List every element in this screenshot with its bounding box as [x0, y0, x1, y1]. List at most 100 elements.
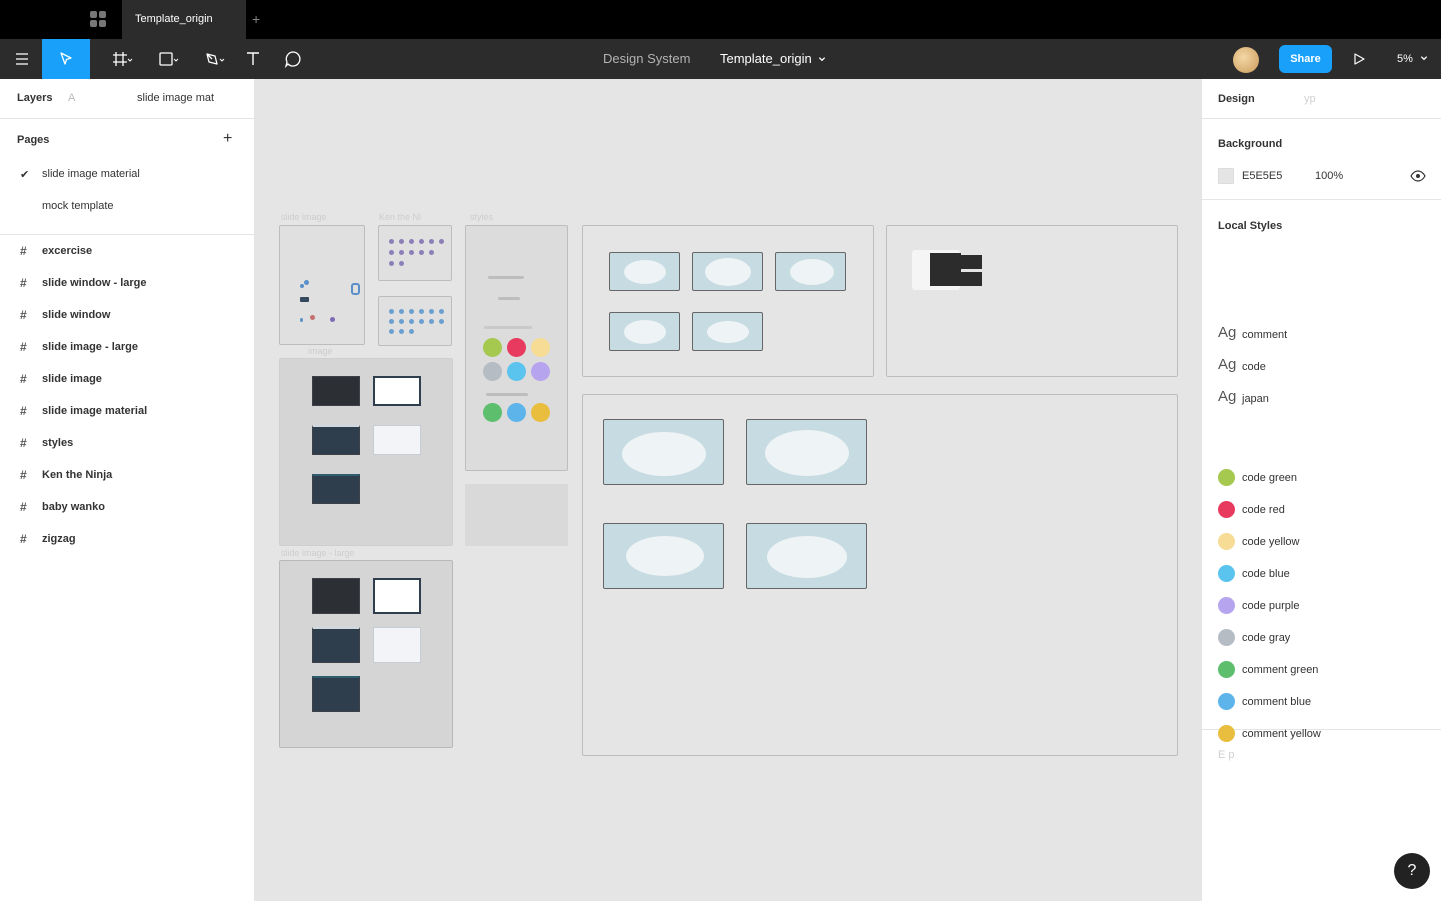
checkmark-icon: ✔ [20, 169, 30, 181]
layer-label: styles [42, 437, 74, 449]
user-avatar[interactable] [1233, 47, 1259, 73]
layer-item[interactable]: # slide window [0, 300, 254, 332]
layer-item[interactable]: # slide window - large [0, 268, 254, 300]
frame-ken-the-ninja[interactable] [378, 225, 452, 281]
file-tab-title: Template_origin [135, 13, 213, 25]
frame-slide-window-large[interactable] [582, 394, 1178, 756]
tab-layers[interactable]: Layers [17, 92, 52, 104]
project-name-link[interactable]: Design System [603, 39, 690, 79]
title-bar: Template_origin + [0, 0, 1441, 39]
frame-icon: # [20, 500, 27, 514]
frame-icon: # [20, 468, 27, 482]
layer-item[interactable]: # slide image material [0, 396, 254, 428]
move-icon [60, 52, 72, 65]
comment-icon [284, 51, 301, 68]
text-tool-button[interactable] [240, 39, 266, 79]
figma-app-icon[interactable] [90, 11, 108, 29]
frame-excercise[interactable] [886, 225, 1178, 377]
frame-slide-image[interactable] [279, 225, 365, 345]
background-hex-input[interactable]: E5E5E5 [1242, 170, 1282, 182]
add-page-icon[interactable]: + [223, 130, 232, 148]
layer-label: slide image [42, 373, 102, 385]
frame-slide-image-variants[interactable] [279, 358, 453, 546]
layer-item[interactable]: # slide image [0, 364, 254, 396]
page-item[interactable]: ✔ slide image material [0, 159, 254, 191]
frame-label[interactable]: Ken the Nl [379, 212, 421, 222]
text-style-sample: Ag [1218, 388, 1237, 405]
menu-icon[interactable] [8, 39, 36, 79]
text-icon [247, 52, 259, 65]
layer-label: Ken the Ninja [42, 469, 113, 481]
present-button[interactable] [1349, 39, 1369, 79]
layer-label: slide window [42, 309, 111, 321]
zoom-menu[interactable]: 5% [1397, 39, 1428, 79]
design-canvas[interactable]: slide image Ken the Nl styles image slid… [255, 79, 1201, 901]
color-swatch [1218, 533, 1235, 550]
right-panel-tabs: Design yp [1202, 79, 1441, 119]
background-swatch[interactable] [1218, 168, 1234, 184]
file-name-label: Template_origin [720, 51, 812, 66]
layer-item[interactable]: # Ken the Ninja [0, 460, 254, 492]
color-swatch [1218, 469, 1235, 486]
export-title[interactable]: E p [1218, 749, 1235, 761]
layer-label: slide image material [42, 405, 148, 417]
frame-label[interactable]: image [308, 346, 333, 356]
chevron-down-icon [1420, 56, 1428, 61]
frame-styles[interactable] [465, 225, 568, 471]
frame-slide-image-large[interactable] [279, 560, 453, 748]
background-opacity-input[interactable]: 100% [1315, 170, 1343, 182]
share-button[interactable]: Share [1279, 45, 1332, 73]
text-style-sample: Ag [1218, 356, 1237, 373]
tab-design[interactable]: Design [1218, 93, 1255, 105]
color-swatch [1218, 693, 1235, 710]
layer-item[interactable]: # styles [0, 428, 254, 460]
frame-icon: # [20, 404, 27, 418]
color-style-label: code red [1242, 504, 1285, 516]
file-name-menu[interactable]: Template_origin [720, 39, 826, 79]
move-tool-button[interactable] [42, 39, 90, 79]
frame-label[interactable]: slide image - large [281, 548, 355, 558]
page-item[interactable]: mock template [0, 191, 254, 223]
tab-prototype[interactable]: yp [1304, 93, 1316, 105]
color-swatch [1218, 661, 1235, 678]
comment-tool-button[interactable] [280, 39, 306, 79]
color-swatch [1218, 629, 1235, 646]
pen-icon [206, 53, 218, 65]
color-style-label: comment yellow [1242, 728, 1321, 740]
page-item-label: mock template [42, 200, 114, 212]
color-style-label: comment blue [1242, 696, 1312, 708]
eye-icon[interactable] [1410, 168, 1426, 189]
zoom-label: 5% [1397, 53, 1413, 65]
layer-item[interactable]: # baby wanko [0, 492, 254, 524]
frame-baby-wanko[interactable] [378, 296, 452, 346]
shape-tool-button[interactable] [148, 39, 184, 79]
frame-label[interactable]: slide image [281, 212, 327, 222]
text-style-sample: Ag [1218, 324, 1237, 341]
tab-assets[interactable]: A [68, 92, 75, 104]
frame-slide-window[interactable] [582, 225, 874, 377]
design-panel: Design yp Background E5E5E5 100% Local S… [1201, 79, 1441, 901]
pen-tool-button[interactable] [194, 39, 230, 79]
help-button[interactable]: ? [1394, 853, 1430, 889]
color-style-label: code green [1242, 472, 1298, 484]
empty-frame[interactable] [465, 484, 568, 546]
layer-item[interactable]: # slide image - large [0, 332, 254, 364]
frame-tool-button[interactable] [102, 39, 138, 79]
layers-panel: Layers A slide image mat Pages + ✔ slide… [0, 79, 255, 901]
frame-label[interactable]: styles [470, 212, 493, 222]
layer-label: excercise [42, 245, 93, 257]
layer-item[interactable]: # zigzag [0, 524, 254, 556]
play-icon [1354, 53, 1365, 65]
background-section: Background E5E5E5 100% [1202, 119, 1441, 200]
frame-icon: # [20, 340, 27, 354]
color-swatch [1218, 501, 1235, 518]
page-selector[interactable]: slide image mat [137, 92, 214, 104]
text-style-label: japan [1242, 393, 1269, 405]
layer-item[interactable]: # excercise [0, 236, 254, 268]
new-tab-button[interactable]: + [252, 0, 260, 39]
pages-list: ✔ slide image material mock template [0, 159, 254, 223]
local-styles-title: Local Styles [1218, 220, 1283, 232]
frame-icon: # [20, 244, 27, 258]
file-tab[interactable]: Template_origin [122, 0, 246, 39]
layer-label: zigzag [42, 533, 76, 545]
